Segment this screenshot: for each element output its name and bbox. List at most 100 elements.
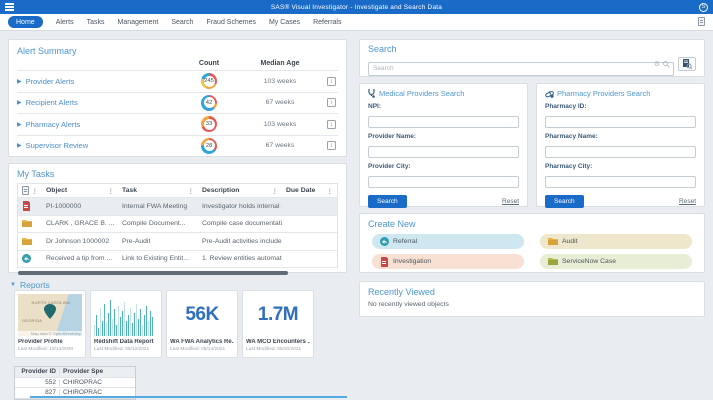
reports-section-toggle[interactable]: ▼ Reports bbox=[10, 280, 50, 290]
column-menu-icon[interactable]: ⋮ bbox=[272, 187, 279, 195]
info-icon[interactable]: i bbox=[327, 141, 336, 151]
pharmacy-city-input[interactable] bbox=[545, 175, 696, 188]
report-title: WA MCO Encounters ... bbox=[246, 339, 310, 345]
saved-search-icon bbox=[683, 59, 692, 69]
nav-item-management[interactable]: Management bbox=[118, 19, 159, 26]
alert-summary-title: Alert Summary bbox=[17, 46, 77, 56]
task-column-header[interactable]: Task bbox=[122, 187, 137, 194]
median-age-value: 67 weeks bbox=[265, 99, 295, 107]
pharmacy-name-input[interactable] bbox=[545, 145, 696, 158]
create-audit-button[interactable]: Audit bbox=[540, 234, 692, 249]
case-folder-icon bbox=[22, 237, 32, 245]
report-card-mco-encounters[interactable]: 1.7M WA MCO Encounters ... Last Modified… bbox=[242, 290, 314, 358]
pharmacy-reset-link[interactable]: Reset bbox=[679, 198, 696, 205]
chevron-down-icon: ▼ bbox=[10, 282, 16, 288]
alert-count-ring: 42 bbox=[201, 94, 217, 111]
recently-viewed-panel: Recently Viewed No recently viewed objec… bbox=[359, 281, 705, 317]
alert-count-ring: 33 bbox=[201, 116, 217, 133]
info-icon[interactable]: i bbox=[327, 119, 336, 129]
alert-row-recipient: ▶ Recipient Alerts 42 67 weeks i bbox=[17, 91, 338, 114]
search-icon[interactable] bbox=[663, 60, 670, 68]
map-attribution: Map data © OpenStreetMap bbox=[18, 331, 82, 336]
column-menu-icon[interactable]: ⋮ bbox=[108, 187, 115, 195]
alert-link-supervisor[interactable]: ▶ Supervisor Review bbox=[17, 141, 170, 150]
npi-input[interactable] bbox=[368, 115, 519, 128]
app-title: SAS® Visual Investigator - Investigate a… bbox=[270, 3, 443, 11]
report-card-redshift[interactable]: Redshift Data Report Last Modified: 05/1… bbox=[90, 290, 162, 358]
reports-title: Reports bbox=[19, 280, 50, 290]
provider-name-input[interactable] bbox=[368, 145, 519, 158]
chevron-right-icon[interactable]: ▶ bbox=[17, 99, 22, 106]
pharmacy-icon bbox=[545, 91, 554, 98]
medical-reset-link[interactable]: Reset bbox=[502, 198, 519, 205]
report-modified-date: Last Modified: 05/12/2021 bbox=[94, 346, 150, 352]
my-tasks-panel: My Tasks ⋮ Object ⋮ Task ⋮ Description ⋮ Du… bbox=[8, 163, 347, 275]
advanced-search-button[interactable] bbox=[678, 57, 696, 71]
count-column-header: Count bbox=[198, 60, 220, 67]
info-icon[interactable]: i bbox=[327, 98, 336, 108]
median-age-value: 103 weeks bbox=[263, 120, 297, 128]
nav-item-alerts[interactable]: Alerts bbox=[56, 19, 74, 26]
report-card-fwa-analytics[interactable]: 56K WA FWA Analytics Re... Last Modified… bbox=[166, 290, 238, 358]
bar-chart-thumbnail bbox=[94, 294, 158, 336]
npi-label: NPI: bbox=[368, 103, 381, 110]
create-servicenow-button[interactable]: ServiceNow Case bbox=[540, 254, 692, 269]
pharmacy-id-input[interactable] bbox=[545, 115, 696, 128]
column-menu-icon[interactable]: ⋮ bbox=[32, 187, 39, 195]
provider-specialty: CHIROPRAC bbox=[59, 378, 135, 386]
object-type-icon bbox=[22, 186, 29, 195]
medical-search-title: Medical Providers Search bbox=[379, 89, 465, 98]
object-column-header[interactable]: Object bbox=[46, 187, 67, 194]
page-report-icon[interactable] bbox=[698, 16, 705, 28]
due-date-column-header[interactable]: Due Date bbox=[286, 187, 315, 194]
column-menu-icon[interactable]: ⋮ bbox=[327, 187, 334, 195]
task-row[interactable]: Dr Johnson 1000002 Pre-Audit Pre-Audit a… bbox=[18, 233, 337, 251]
chevron-right-icon[interactable]: ▶ bbox=[17, 142, 22, 149]
investigation-icon bbox=[23, 201, 30, 212]
task-description: 1. Review entities automatical... bbox=[202, 255, 282, 263]
medical-providers-search-panel: Medical Providers Search NPI: Provider N… bbox=[359, 83, 528, 208]
medical-search-button[interactable]: Search bbox=[368, 195, 407, 208]
pharmacy-city-label: Pharmacy City: bbox=[545, 163, 593, 170]
provider-row[interactable]: 552 CHIROPRAC bbox=[15, 378, 135, 388]
pharmacy-name-label: Pharmacy Name: bbox=[545, 133, 598, 140]
recently-viewed-empty-message: No recently viewed objects bbox=[368, 301, 449, 308]
nav-item-my-cases[interactable]: My Cases bbox=[269, 19, 300, 26]
nav-item-fraud-schemes[interactable]: Fraud Schemes bbox=[207, 19, 256, 26]
alert-link-recipient[interactable]: ▶ Recipient Alerts bbox=[17, 98, 170, 107]
task-row[interactable]: PI-1000000 Internal FWA Meeting Investig… bbox=[18, 198, 337, 216]
report-frame-edge bbox=[30, 396, 347, 398]
create-investigation-button[interactable]: Investigation bbox=[372, 254, 524, 269]
global-search-input[interactable] bbox=[368, 61, 674, 76]
nav-item-tasks[interactable]: Tasks bbox=[87, 19, 105, 26]
nav-item-referrals[interactable]: Referrals bbox=[313, 19, 341, 26]
report-card-provider-profile[interactable]: NORTH CAROLINA GEORGIA Map data © OpenSt… bbox=[14, 290, 86, 358]
info-icon[interactable]: i bbox=[327, 76, 336, 86]
chevron-right-icon[interactable]: ▶ bbox=[17, 78, 22, 85]
horizontal-scrollbar[interactable] bbox=[18, 271, 288, 275]
description-column-header[interactable]: Description bbox=[202, 187, 239, 194]
create-new-title: Create New bbox=[368, 219, 416, 229]
sas-badge-icon[interactable]: S bbox=[699, 2, 708, 12]
create-referral-button[interactable]: Referral bbox=[372, 234, 524, 249]
search-settings-icon[interactable]: ⚙ bbox=[654, 60, 660, 68]
column-menu-icon[interactable]: ⋮ bbox=[188, 187, 195, 195]
provider-city-input[interactable] bbox=[368, 175, 519, 188]
application-bar: SAS® Visual Investigator - Investigate a… bbox=[0, 0, 713, 14]
pharmacy-search-title: Pharmacy Providers Search bbox=[557, 89, 651, 98]
nav-item-search[interactable]: Search bbox=[171, 19, 193, 26]
map-state-label: GEORGIA bbox=[22, 318, 43, 323]
alert-link-provider[interactable]: ▶ Provider Alerts bbox=[17, 77, 170, 86]
menu-icon[interactable] bbox=[5, 3, 14, 11]
pharmacy-id-label: Pharmacy ID: bbox=[545, 103, 587, 110]
search-panel: Search ⚙ bbox=[359, 39, 705, 77]
task-object: CLARK , GRACE B. ... bbox=[46, 220, 115, 228]
alert-link-pharmacy[interactable]: ▶ Pharmacy Alerts bbox=[17, 120, 170, 129]
task-row[interactable]: Received a tip from ... Link to Existing… bbox=[18, 251, 337, 268]
nav-item-home[interactable]: Home bbox=[8, 16, 43, 28]
task-name: Pre-Audit bbox=[122, 237, 151, 245]
pharmacy-search-button[interactable]: Search bbox=[545, 195, 584, 208]
case-folder-icon bbox=[548, 238, 558, 245]
task-row[interactable]: CLARK , GRACE B. ... Compile Document...… bbox=[18, 216, 337, 233]
chevron-right-icon[interactable]: ▶ bbox=[17, 121, 22, 128]
